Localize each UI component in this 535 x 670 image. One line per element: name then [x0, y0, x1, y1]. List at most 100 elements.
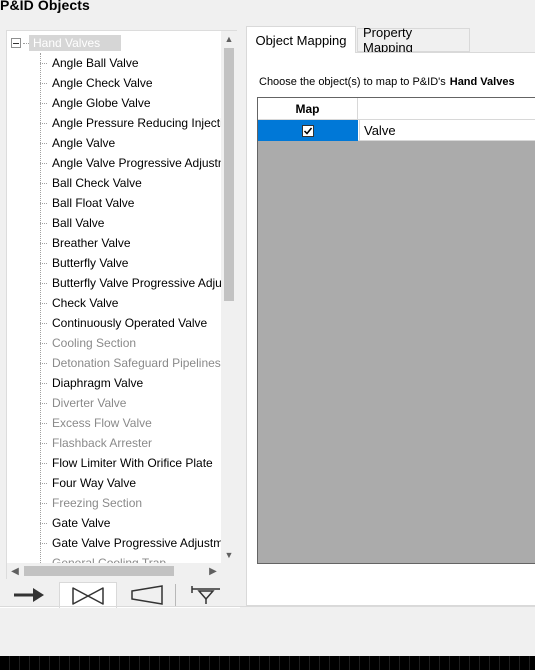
tab-separator — [175, 584, 176, 606]
tree-item[interactable]: Four Way Valve — [40, 473, 136, 493]
footer-divider — [0, 606, 535, 607]
tree-item[interactable]: Angle Valve — [40, 133, 115, 153]
tree-item[interactable]: Gate Valve — [40, 513, 110, 533]
tree-item-label: Gate Valve Progressive Adjustme — [52, 536, 221, 550]
tree-item[interactable]: Angle Check Valve — [40, 73, 153, 93]
tree-connector — [40, 362, 47, 364]
tree-item[interactable]: Ball Check Valve — [40, 173, 142, 193]
tree-connector — [40, 462, 47, 464]
tree-item[interactable]: Check Valve — [40, 293, 118, 313]
tree-item[interactable]: Butterfly Valve — [40, 253, 128, 273]
tree-connector — [40, 342, 47, 344]
taskbar-strip — [0, 656, 535, 670]
arrow-icon — [14, 588, 44, 602]
map-cell[interactable] — [258, 120, 358, 141]
tree-connector — [40, 62, 47, 64]
tree-item-label: Diaphragm Valve — [52, 376, 144, 390]
tree-item-label: Gate Valve — [52, 516, 111, 530]
instruction-target: Hand Valves — [449, 76, 515, 88]
tree-item[interactable]: Angle Globe Valve — [40, 93, 151, 113]
tree-item[interactable]: Freezing Section — [40, 493, 142, 513]
tree-item-label: Butterfly Valve — [52, 256, 129, 270]
object-tree-panel: Hand Valves Angle Ball Valve Angle Check … — [6, 30, 237, 579]
tree-connector — [40, 522, 47, 524]
scroll-down-icon[interactable]: ▼ — [221, 547, 237, 563]
tree-connector — [40, 502, 47, 504]
tree-item[interactable]: Continuously Operated Valve — [40, 313, 207, 333]
tree-item[interactable]: Angle Valve Progressive Adjustm — [40, 153, 221, 173]
tree-item-label: Angle Valve — [52, 136, 116, 150]
tree-item[interactable]: Ball Valve — [40, 213, 104, 233]
tree-item-label: Four Way Valve — [52, 476, 137, 490]
valve-icon — [72, 586, 104, 605]
horizontal-scroll-thumb[interactable] — [24, 566, 174, 576]
window-title: P&ID Objects — [0, 0, 90, 13]
tree-item[interactable]: Breather Valve — [40, 233, 131, 253]
tree-item[interactable]: Butterfly Valve Progressive Adjus — [40, 273, 221, 293]
tree-root-node[interactable]: Hand Valves — [11, 35, 121, 51]
tab-nozzle[interactable] — [177, 582, 235, 608]
object-name-cell[interactable]: Valve — [359, 120, 396, 141]
map-checkbox[interactable] — [302, 124, 314, 137]
grid-header: Map — [258, 98, 535, 120]
tree-connector — [40, 262, 47, 264]
scroll-up-icon[interactable]: ▲ — [221, 31, 237, 47]
tree-connector — [40, 542, 47, 544]
tree-item-label: Diverter Valve — [52, 396, 127, 410]
tree-item[interactable]: Ball Float Valve — [40, 193, 134, 213]
tree-item-label: Angle Ball Valve — [52, 56, 139, 70]
tree-item-label: Flow Limiter With Orifice Plate — [52, 456, 213, 470]
tree-item-label: Ball Check Valve — [52, 176, 142, 190]
column-header-map[interactable]: Map — [258, 98, 358, 120]
table-row[interactable]: Valve — [258, 120, 535, 141]
tree-item[interactable]: Diverter Valve — [40, 393, 126, 413]
tab-valve[interactable] — [59, 582, 117, 608]
tree-connector — [40, 402, 47, 404]
tree-item-label: Cooling Section — [52, 336, 137, 350]
scroll-right-icon[interactable]: ▶ — [205, 563, 221, 579]
vertical-scroll-thumb[interactable] — [224, 48, 234, 301]
tree-item[interactable]: Detonation Safeguard Pipelines — [40, 353, 221, 373]
tab-arrow[interactable] — [0, 582, 58, 608]
tree-item[interactable]: Cooling Section — [40, 333, 136, 353]
tree-connector — [40, 182, 47, 184]
tree-item[interactable]: Gate Valve Progressive Adjustme — [40, 533, 221, 553]
tree-item[interactable]: Angle Ball Valve — [40, 53, 139, 73]
tree-connector — [40, 302, 47, 304]
tree-item-label: Continuously Operated Valve — [52, 316, 208, 330]
tree-item[interactable]: Angle Pressure Reducing Injectio — [40, 113, 221, 133]
tab-property-mapping[interactable]: Property Mapping — [357, 25, 470, 55]
tree-item-label: Freezing Section — [52, 496, 143, 510]
tree-item[interactable]: Flashback Arrester — [40, 433, 152, 453]
mapping-grid[interactable]: Map Valve — [257, 97, 535, 564]
tree-item-label: Ball Float Valve — [52, 196, 135, 210]
instruction-text: Choose the object(s) to map to P&ID's — [259, 76, 446, 88]
tab-object-mapping[interactable]: Object Mapping — [246, 26, 356, 53]
nozzle-icon — [191, 586, 220, 604]
tree-connector — [40, 142, 47, 144]
object-mapping-panel: Choose the object(s) to map to P&ID's Han… — [246, 52, 535, 606]
tree-connector — [40, 82, 47, 84]
reducer-icon — [131, 585, 163, 605]
tab-reducer[interactable] — [118, 582, 176, 608]
vertical-scrollbar[interactable]: ▲ ▼ — [221, 31, 237, 563]
mapping-instruction: Choose the object(s) to map to P&ID's Han… — [259, 76, 515, 88]
tree-connector — [40, 482, 47, 484]
tree-item-label: Angle Globe Valve — [52, 96, 151, 110]
tree-item-label: Detonation Safeguard Pipelines — [52, 356, 221, 370]
tree-connector — [40, 282, 47, 284]
tree-connector — [40, 162, 47, 164]
tree-item-label: Ball Valve — [52, 216, 105, 230]
checkmark-icon — [303, 127, 313, 135]
tree-item[interactable]: Flow Limiter With Orifice Plate — [40, 453, 213, 473]
tree-item[interactable]: Diaphragm Valve — [40, 373, 143, 393]
object-tree[interactable]: Hand Valves Angle Ball Valve Angle Check … — [7, 31, 221, 563]
horizontal-scrollbar[interactable]: ◀ ▶ — [7, 563, 221, 579]
tree-item-label: Angle Valve Progressive Adjustm — [52, 156, 221, 170]
tree-item[interactable]: Excess Flow Valve — [40, 413, 152, 433]
tree-item[interactable]: General Cooling Trap — [40, 553, 166, 563]
collapse-icon[interactable] — [11, 38, 21, 48]
tree-connector — [40, 122, 47, 124]
scroll-left-icon[interactable]: ◀ — [7, 563, 23, 579]
tree-item-label: Angle Check Valve — [52, 76, 153, 90]
